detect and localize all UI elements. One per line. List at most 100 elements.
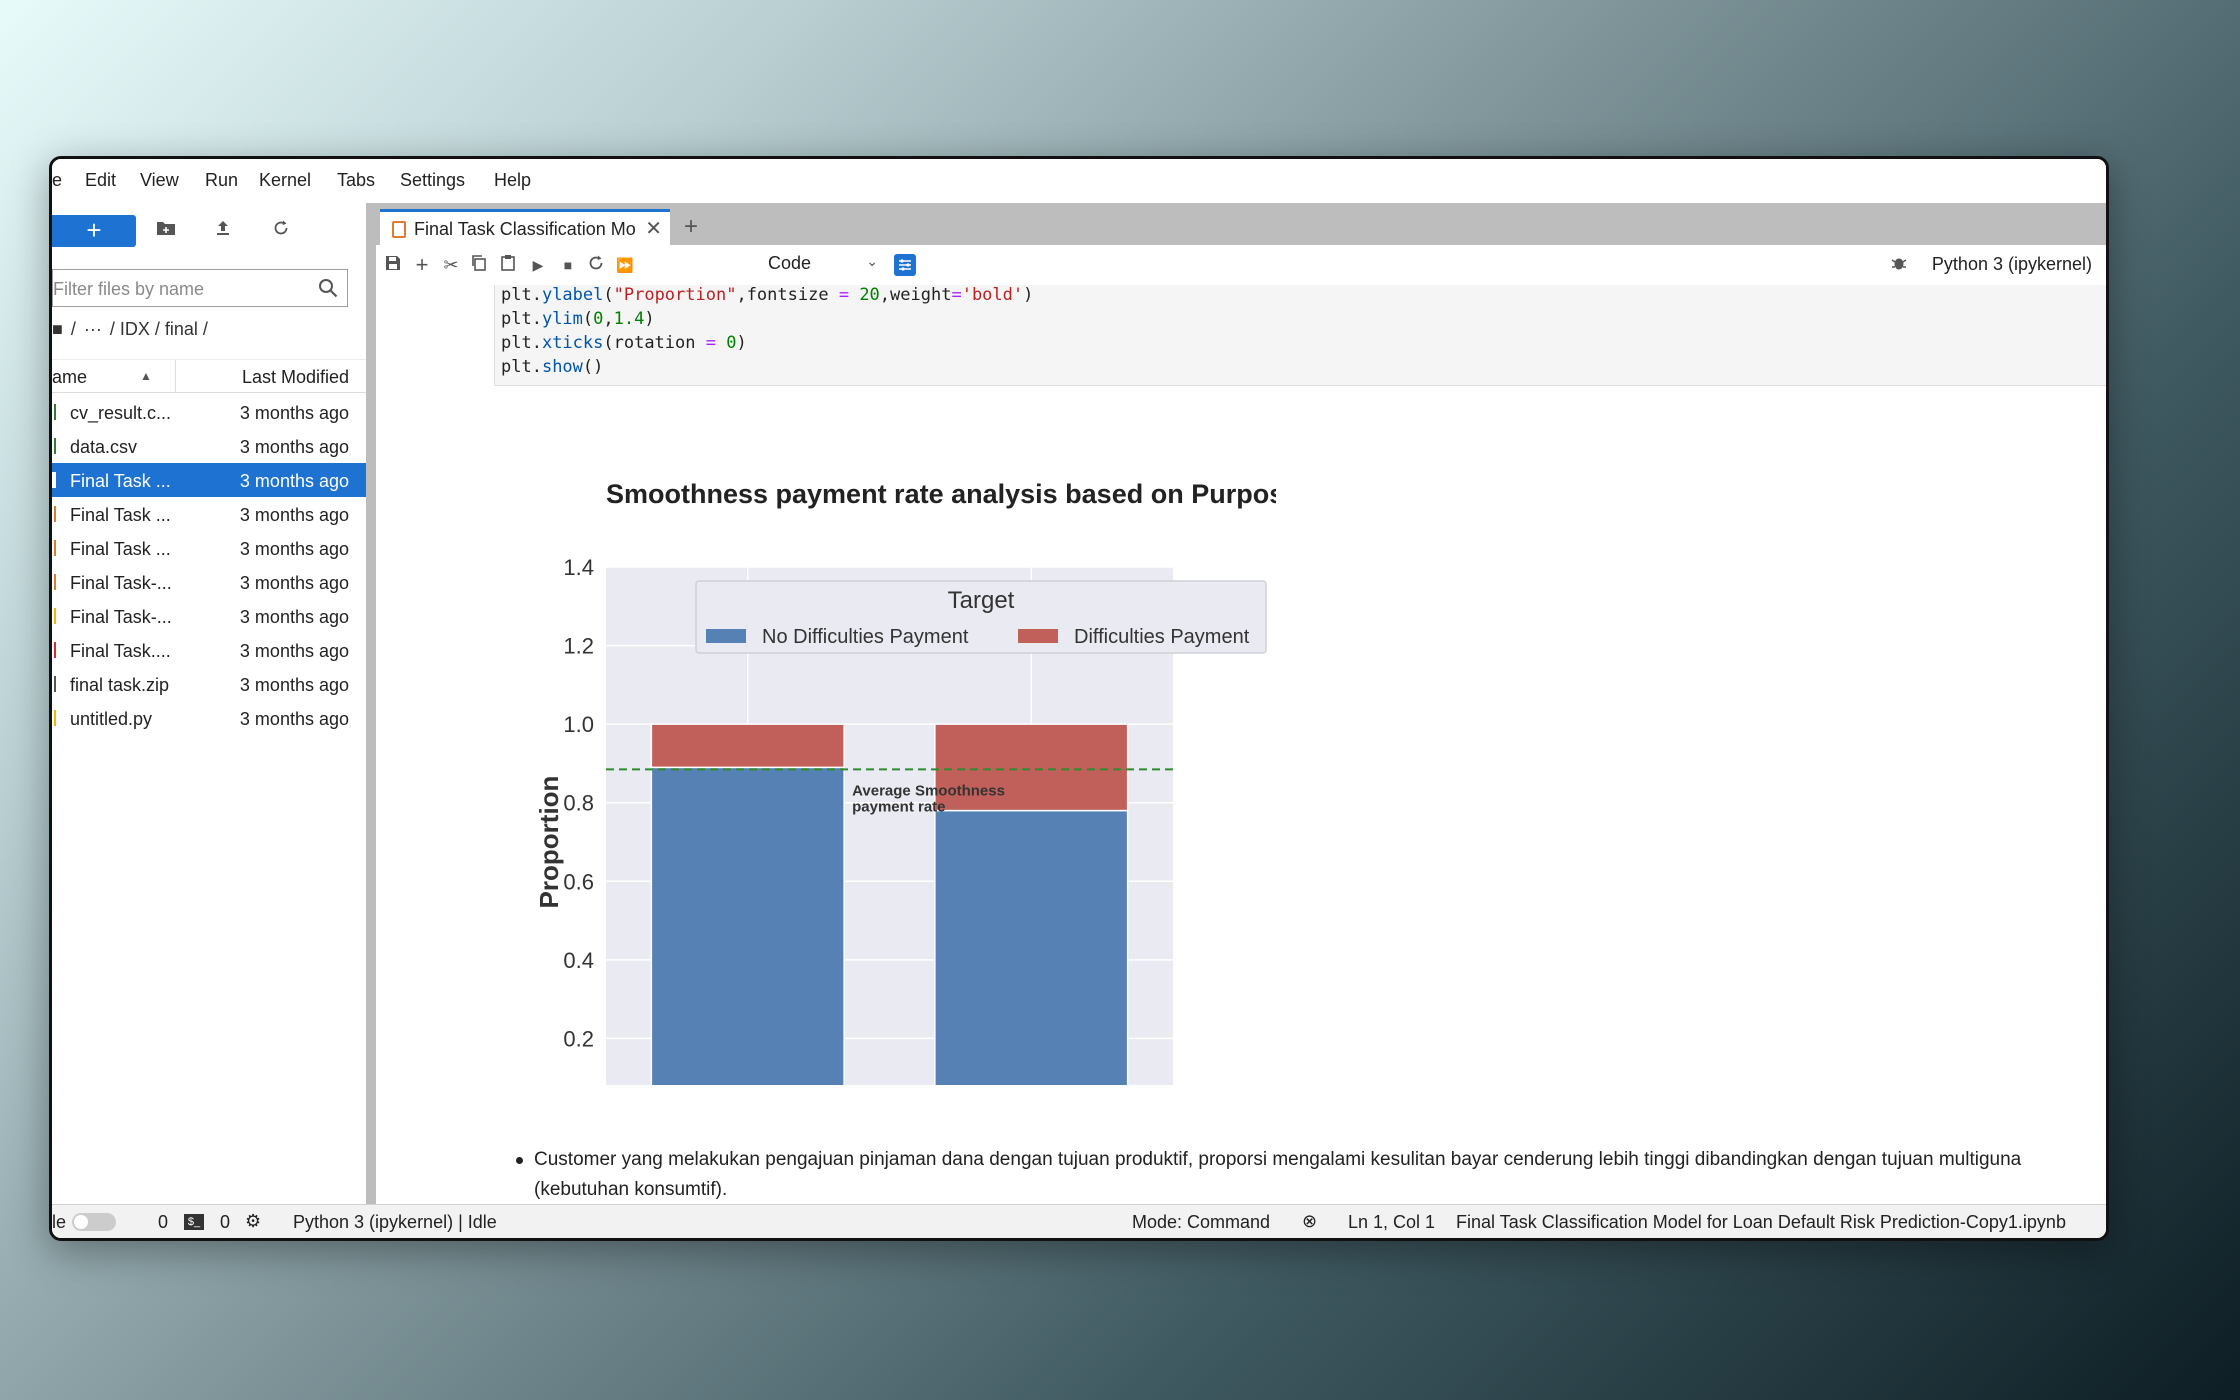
trust-icon[interactable]: ⊗	[1302, 1211, 1317, 1232]
file-list: cv_result.c... 3 months ago data.csv 3 mont…	[52, 395, 366, 735]
file-name: data.csv	[70, 437, 138, 457]
modified-column-header[interactable]: Last Modified	[242, 367, 349, 388]
file-name: untitled.py	[70, 709, 153, 729]
refresh-icon[interactable]	[270, 219, 292, 241]
file-icon	[52, 472, 56, 488]
add-cell-icon[interactable]: +	[411, 254, 433, 276]
name-column-header[interactable]: ame	[52, 367, 87, 388]
kernel-name[interactable]: Python 3 (ipykernel)	[1932, 254, 2092, 275]
restart-icon[interactable]	[585, 254, 607, 276]
terminal-count[interactable]: 0	[158, 1212, 168, 1233]
run-icon[interactable]: ▶	[527, 254, 549, 276]
menu-bar: e Edit View Run Kernel Tabs Settings Hel…	[52, 159, 2106, 204]
terminal-icon: $_	[184, 1214, 204, 1230]
file-browser: + ■/···/ IDX / final / ame ▲ Last Modifi	[52, 203, 376, 1205]
output-chart: 0.00.20.40.60.81.01.21.4multigunaprodukt…	[496, 385, 1299, 1199]
menu-help[interactable]: Help	[494, 170, 531, 191]
code-line: plt.ylabel("Proportion",fontsize = 20,we…	[501, 285, 1034, 305]
file-icon	[52, 608, 56, 624]
code-cell[interactable]: plt.ylabel("Proportion",fontsize = 20,we…	[494, 285, 2106, 386]
file-icon	[52, 710, 56, 726]
close-icon[interactable]: ✕	[645, 216, 662, 241]
kernel-count[interactable]: 0	[220, 1212, 230, 1233]
copy-icon[interactable]	[468, 254, 490, 276]
y-tick-label: 0.4	[563, 948, 594, 973]
file-list-item[interactable]: data.csv 3 months ago	[52, 429, 366, 463]
file-list-item[interactable]: untitled.py 3 months ago	[52, 701, 366, 735]
file-list-item[interactable]: final task.zip 3 months ago	[52, 667, 366, 701]
file-modified: 3 months ago	[239, 539, 349, 559]
menu-file[interactable]: e	[52, 170, 62, 191]
chart-title: Smoothness payment rate analysis based o…	[606, 479, 1276, 509]
legend-swatch	[706, 629, 746, 643]
legend-title: Target	[948, 587, 1015, 614]
file-filter-input[interactable]	[53, 270, 305, 308]
breadcrumb-path[interactable]: / IDX / final /	[110, 319, 208, 339]
debugger-icon[interactable]	[1888, 254, 1910, 276]
notebook-icon	[392, 221, 406, 238]
file-modified: 3 months ago	[239, 437, 349, 457]
notebook-panel: Final Task Classification Mo ✕ + + ✂ ▶ ■…	[376, 203, 2106, 1205]
column-divider[interactable]	[175, 360, 176, 392]
cut-icon[interactable]: ✂	[440, 254, 462, 276]
new-launcher-button[interactable]: +	[52, 215, 136, 247]
menu-run[interactable]: Run	[205, 170, 238, 191]
file-icon	[52, 404, 56, 420]
notebook-toolbar: + ✂ ▶ ■ ⏩ Code ⌄ Python 3 (ipykernel)	[376, 245, 2106, 286]
file-modified: 3 months ago	[239, 573, 349, 593]
tab-label: Final Task Classification Mo	[414, 219, 636, 239]
file-browser-toolbar: +	[52, 203, 366, 255]
file-modified: 3 months ago	[239, 641, 349, 661]
tab-notebook[interactable]: Final Task Classification Mo ✕	[380, 209, 670, 245]
kernel-status[interactable]: Python 3 (ipykernel) | Idle	[293, 1212, 497, 1233]
breadcrumb-ellipsis[interactable]: ···	[84, 319, 102, 339]
menu-tabs[interactable]: Tabs	[337, 170, 375, 191]
file-list-item[interactable]: Final Task ... 3 months ago	[52, 531, 366, 565]
run-all-icon[interactable]: ⏩	[614, 254, 636, 276]
property-inspector-icon[interactable]	[894, 254, 916, 276]
bar-no-difficulties	[650, 766, 845, 1118]
menu-kernel[interactable]: Kernel	[259, 170, 311, 191]
legend-swatch	[1018, 629, 1058, 643]
paste-icon[interactable]	[497, 254, 519, 276]
file-modified: 3 months ago	[239, 709, 349, 729]
breadcrumb-home[interactable]: ■	[52, 319, 63, 339]
bullet-dot	[516, 1157, 523, 1164]
menu-view[interactable]: View	[140, 170, 179, 191]
file-name: Final Task ...	[70, 539, 171, 559]
cell-type-select[interactable]: Code ⌄	[768, 253, 878, 277]
menu-settings[interactable]: Settings	[400, 170, 465, 191]
file-list-item[interactable]: cv_result.c... 3 months ago	[52, 395, 366, 429]
editor-mode: Mode: Command	[1132, 1212, 1271, 1232]
code-editor[interactable]: plt.ylabel("Proportion",fontsize = 20,we…	[501, 285, 1033, 379]
y-tick-label: 1.2	[563, 634, 594, 659]
stop-icon[interactable]: ■	[557, 254, 579, 276]
file-icon	[52, 574, 56, 590]
file-icon	[52, 438, 56, 454]
cell-type-value: Code	[768, 253, 812, 273]
file-list-item[interactable]: Final Task ... 3 months ago	[52, 463, 366, 497]
cursor-position[interactable]: Ln 1, Col 1	[1348, 1212, 1435, 1233]
simple-mode-toggle[interactable]	[72, 1213, 116, 1231]
jupyterlab-window: e Edit View Run Kernel Tabs Settings Hel…	[49, 156, 2109, 1241]
new-tab-button[interactable]: +	[676, 213, 706, 243]
file-list-item[interactable]: Final Task ... 3 months ago	[52, 497, 366, 531]
y-tick-label: 0.2	[563, 1026, 594, 1051]
legend-label: Difficulties Payment	[1074, 626, 1250, 648]
file-filter-field[interactable]	[52, 269, 348, 308]
tab-bar: Final Task Classification Mo ✕ +	[376, 203, 2106, 245]
breadcrumb: ■ / ··· / IDX / final /	[52, 319, 216, 340]
file-name: final task.zip	[70, 675, 170, 695]
file-list-item[interactable]: Final Task.... 3 months ago	[52, 633, 366, 667]
file-modified: 3 months ago	[239, 505, 349, 525]
upload-icon[interactable]	[212, 219, 234, 241]
file-name: cv_result.c...	[70, 403, 172, 423]
file-list-item[interactable]: Final Task-... 3 months ago	[52, 599, 366, 633]
new-folder-icon[interactable]	[155, 219, 177, 241]
simple-mode-label: le	[52, 1212, 67, 1232]
save-icon[interactable]	[382, 254, 404, 276]
menu-edit[interactable]: Edit	[85, 170, 116, 191]
file-list-item[interactable]: Final Task-... 3 months ago	[52, 565, 366, 599]
file-list-header: ame ▲ Last Modified	[52, 359, 366, 393]
y-tick-label: 1.0	[563, 712, 594, 737]
